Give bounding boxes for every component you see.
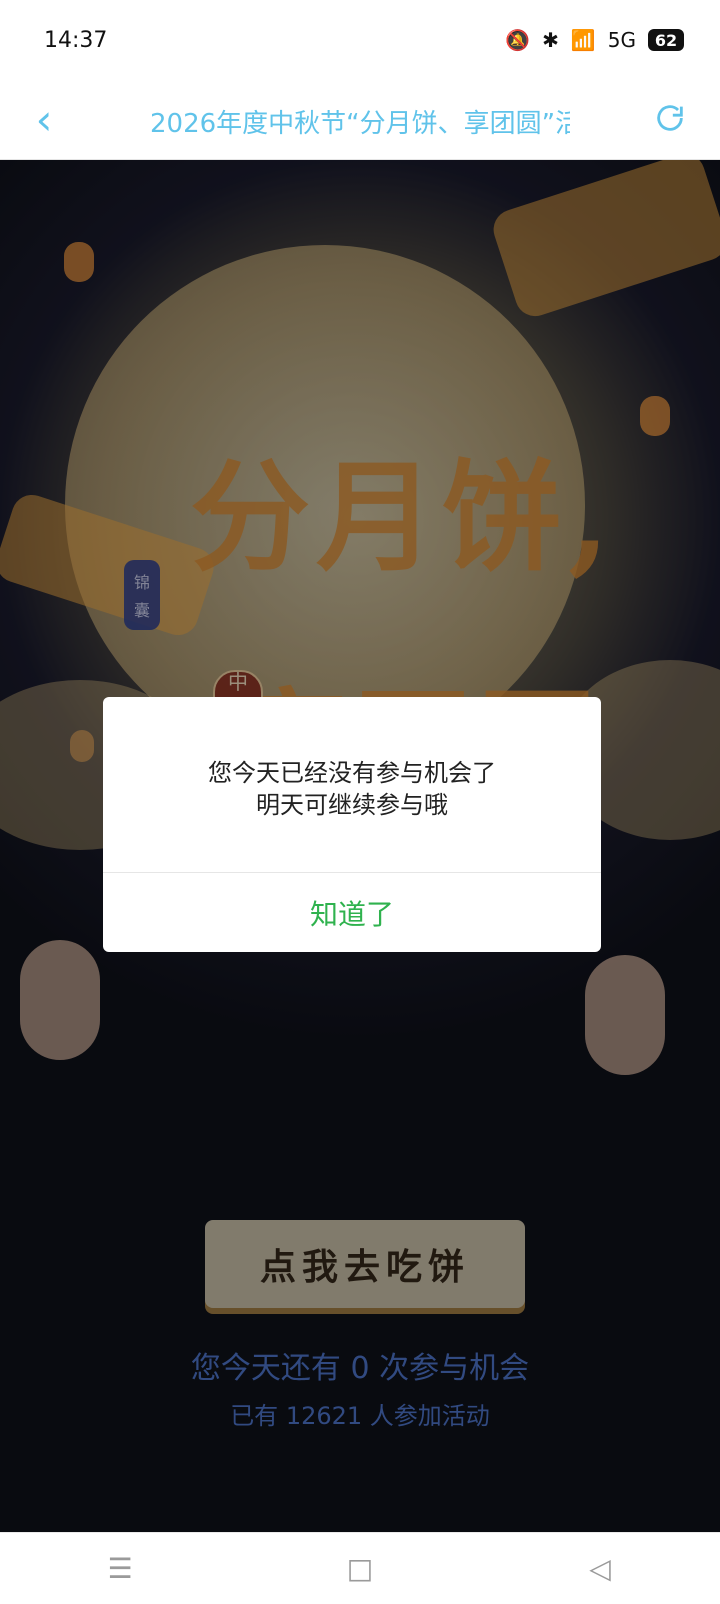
top-nav: ‹ 2026年度中秋节“分月饼、享团圆”活动 xyxy=(0,80,720,160)
system-back-button[interactable]: ◁ xyxy=(570,1539,630,1599)
battery-indicator: 62 xyxy=(648,29,684,51)
dialog-message: 您今天已经没有参与机会了 明天可继续参与哦 xyxy=(103,757,601,821)
dialog-message-line-1: 您今天已经没有参与机会了 xyxy=(208,759,496,787)
page-title: 2026年度中秋节“分月饼、享团圆”活动 xyxy=(150,109,570,137)
system-nav-bar: ☰ □ ◁ xyxy=(0,1532,720,1604)
refresh-button[interactable] xyxy=(648,96,692,140)
status-bar: 14:37 🔕 ✱ 📶 5G 62 xyxy=(0,0,720,80)
mute-icon: 🔕 xyxy=(505,28,531,52)
refresh-icon xyxy=(657,105,683,131)
dialog-ok-button[interactable]: 知道了 xyxy=(103,873,601,952)
menu-icon: ☰ xyxy=(107,1552,133,1585)
home-button[interactable]: □ xyxy=(330,1539,390,1599)
bluetooth-icon: ✱ xyxy=(542,28,559,52)
battery-level: 62 xyxy=(654,30,678,50)
chevron-left-icon: ‹ xyxy=(35,95,53,144)
status-time: 14:37 xyxy=(44,27,108,53)
dialog-message-line-2: 明天可继续参与哦 xyxy=(256,791,448,819)
back-button[interactable]: ‹ xyxy=(22,98,66,142)
no-chances-dialog: 您今天已经没有参与机会了 明天可继续参与哦 知道了 xyxy=(103,697,601,952)
status-icons: 🔕 ✱ 📶 5G 62 xyxy=(505,28,684,52)
wifi-icon: 📶 xyxy=(570,28,596,52)
network-type: 5G xyxy=(607,28,636,52)
triangle-left-icon: ◁ xyxy=(589,1552,611,1585)
menu-button[interactable]: ☰ xyxy=(90,1539,150,1599)
home-icon: □ xyxy=(346,1552,374,1585)
